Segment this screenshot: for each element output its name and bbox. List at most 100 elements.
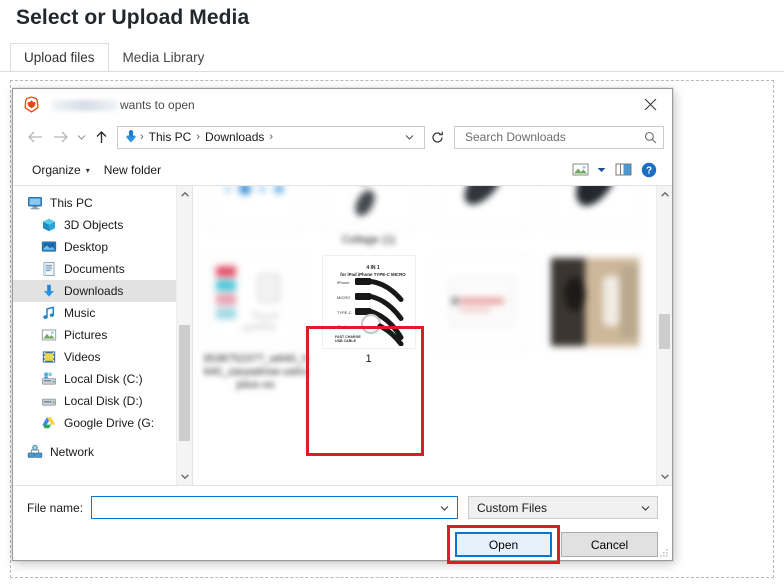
dialog-body: This PC 3D Objects Desktop Documents Dow… [13,186,672,486]
refresh-icon[interactable] [426,126,448,149]
sidebar-label: Videos [64,350,101,364]
close-icon[interactable] [628,89,672,120]
page-title: Select or Upload Media [16,6,250,29]
sidebar-item-downloads[interactable]: Downloads [13,280,176,302]
chevron-down-icon: ▾ [85,166,90,175]
this-pc-icon [28,197,42,210]
search-input[interactable] [463,129,644,145]
sidebar-label: Documents [64,262,125,276]
desktop-icon [41,241,57,252]
address-bar[interactable]: › This PC › Downloads › [117,125,425,149]
videos-icon [42,351,56,363]
back-icon[interactable] [22,125,48,149]
svg-text:USB CABLE: USB CABLE [335,339,357,343]
dialog-title-text: wants to open [120,97,195,112]
sidebar-item-documents[interactable]: Documents [13,258,176,280]
recent-locations-chevron-icon[interactable] [74,125,89,149]
file-list-scrollbar[interactable] [656,186,672,485]
navpane-scroll-thumb[interactable] [179,324,190,442]
navpane-scroll-track[interactable] [177,203,192,468]
sidebar-item-pictures[interactable]: Pictures [13,324,176,346]
dialog-navbar: › This PC › Downloads › [13,120,672,154]
file-tile[interactable]: Collage (1) [312,186,425,249]
search-icon [644,131,657,143]
sidebar-item-network[interactable]: Network [13,441,176,463]
file-tile[interactable]: 353875237?_w640_h640_zaryadnoe-ustrojstv… [199,249,312,394]
file-scroll-up-icon[interactable] [657,186,672,203]
view-options-chevron-icon[interactable] [593,158,610,182]
file-name-history-chevron-icon[interactable] [434,505,455,511]
file-name-input[interactable] [97,499,434,516]
file-label: 353875237?_w640_h640_zaryadnoe-ustrojstv… [202,353,309,391]
organize-label: Organize [32,162,81,177]
blurred-object-thumbnail [547,186,642,230]
drive-icon [41,398,56,406]
open-button-wrapper: Open [447,525,560,564]
sidebar-item-local-disk-d[interactable]: Local Disk (D:) [13,390,176,412]
address-history-chevron-icon[interactable] [403,134,420,140]
help-icon[interactable]: ? [636,158,662,182]
file-grid[interactable]: Collage (1) 353875237?_w640_h640_zaryadn… [193,186,656,485]
sidebar-item-videos[interactable]: Videos [13,346,176,368]
file-type-filter-select[interactable]: Custom Files [468,496,658,519]
sidebar-item-google-drive[interactable]: Google Drive (G: [13,412,176,434]
file-name-field[interactable] [91,496,458,519]
sidebar-label: Desktop [64,240,109,254]
preview-pane-icon[interactable] [610,158,636,182]
file-tile[interactable] [538,186,651,249]
network-icon [27,444,43,458]
navpane-scroll-up-icon[interactable] [177,186,192,203]
breadcrumb-downloads[interactable]: Downloads [201,130,268,144]
file-label: 1 [365,353,372,365]
navpane-scroll-down-icon[interactable] [177,468,192,485]
system-drive-icon [41,372,56,385]
pictures-icon [41,329,57,341]
file-open-dialog: wants to open › This PC › Downloads › Se… [12,88,673,564]
file-scroll-thumb[interactable] [659,314,670,349]
crumb-separator-3: › [269,131,274,143]
blurred-icon-grid-thumbnail [208,186,303,230]
file-row: Collage (1) [199,186,656,249]
navpane-scrollbar[interactable] [176,186,192,485]
tab-media-library[interactable]: Media Library [109,43,219,71]
new-folder-label: New folder [103,162,162,177]
sidebar-item-3d-objects[interactable]: 3D Objects [13,214,176,236]
sidebar-item-this-pc[interactable]: This PC [13,192,176,214]
file-tile[interactable] [199,186,312,249]
sidebar-label: Downloads [64,284,124,298]
documents-icon [43,261,55,277]
file-tile[interactable] [538,249,651,394]
view-layout-icon[interactable] [567,158,593,182]
up-one-level-icon[interactable] [89,125,113,149]
navigation-tree: This PC 3D Objects Desktop Documents Dow… [13,186,176,485]
svg-text:?: ? [646,165,652,176]
file-type-filter-value: Custom Files [477,500,548,515]
file-tile-selected[interactable]: 4 IN 1 for iPad iPhone TYPE-C MICRO iPho… [312,249,425,394]
blurred-photo-thumbnail [547,255,642,349]
forward-icon[interactable] [48,125,74,149]
file-scroll-down-icon[interactable] [657,468,672,485]
sidebar-item-music[interactable]: Music [13,302,176,324]
dialog-titlebar: wants to open [13,89,672,120]
cancel-button[interactable]: Cancel [561,532,658,557]
blurred-document-thumbnail [434,255,529,349]
sidebar-item-desktop[interactable]: Desktop [13,236,176,258]
file-tile[interactable] [425,249,538,394]
blurred-object-thumbnail [434,186,529,230]
brave-icon [24,96,39,113]
resize-grip-icon[interactable] [657,546,669,558]
sidebar-item-local-disk-c[interactable]: Local Disk (C:) [13,368,176,390]
new-folder-button[interactable]: New folder [97,160,168,180]
charger-photo-thumbnail [208,255,303,349]
file-scroll-track[interactable] [657,203,672,468]
breadcrumb-this-pc[interactable]: This PC [145,130,196,144]
search-downloads-box[interactable] [454,125,664,149]
organize-button[interactable]: Organize ▾ [25,160,97,180]
open-button[interactable]: Open [455,532,552,557]
downloads-folder-icon [126,130,136,143]
sidebar-label: This PC [50,196,93,210]
file-tile[interactable] [425,186,538,249]
tab-upload-files[interactable]: Upload files [10,43,109,71]
file-list-pane: Collage (1) 353875237?_w640_h640_zaryadn… [193,186,672,485]
downloads-icon [44,284,54,297]
